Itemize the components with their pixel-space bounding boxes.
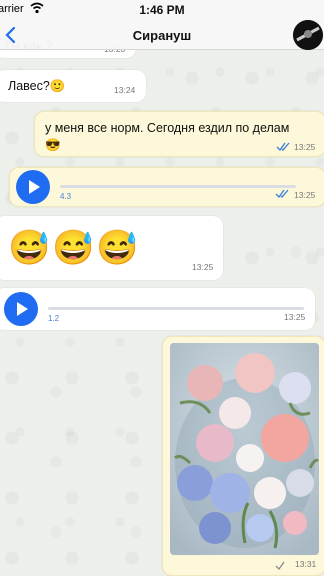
voice-waveform[interactable] [60,185,296,188]
clock: 1:46 PM [139,3,185,17]
message-time: 13:24 [114,85,136,95]
play-button[interactable] [16,170,50,204]
chat-header: arrier 1:46 PM Сирануш [0,0,324,50]
message-time: 13:31 [295,559,317,569]
bouquet-image [170,343,319,555]
message-time: 13:25 [294,142,316,152]
emoji: 😅 [8,229,51,267]
message-time: 13:25 [284,312,306,322]
message-time: 13:25 [294,190,316,200]
voice-duration: 4.3 [60,192,72,201]
message-bubble-outgoing[interactable]: у меня все норм. Сегодня ездил по делам … [34,111,324,157]
flower-bouquet-photo[interactable] [170,343,319,555]
avatar-image [293,20,323,50]
message-time: 13:25 [192,262,214,272]
sent-checkmark-icon [275,561,285,570]
read-checkmarks-icon [275,189,289,198]
chat-title[interactable]: Сирануш [0,28,324,43]
status-bar: arrier 1:46 PM [0,0,324,20]
message-text: у меня все норм. Сегодня ездил по делам … [45,121,290,152]
play-button[interactable] [4,292,38,326]
message-bubble-incoming[interactable]: Лавес?🙂 13:24 [0,70,146,102]
emoji: 😅 [96,229,139,267]
contact-avatar[interactable] [293,20,323,50]
message-bubble-incoming[interactable]: 😅 😅 😅 13:25 [0,216,223,280]
voice-duration: 1.2 [48,314,60,323]
voice-message-outgoing[interactable]: 4.3 13:25 [9,167,324,207]
voice-waveform[interactable] [48,307,304,310]
read-checkmarks-icon [276,142,290,151]
voice-message-incoming[interactable]: 1.2 13:25 [0,288,315,330]
emoji: 😅 [52,229,95,267]
